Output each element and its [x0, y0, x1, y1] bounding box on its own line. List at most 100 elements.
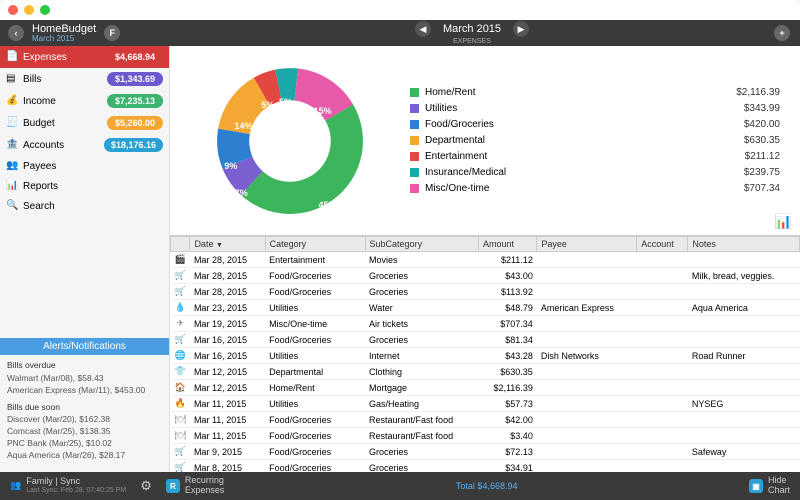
cell-date: Mar 28, 2015: [190, 268, 265, 284]
cell-payee: [537, 380, 637, 396]
back-icon[interactable]: ‹: [8, 25, 24, 41]
cell-account: [637, 348, 688, 364]
zoom-icon[interactable]: [40, 5, 50, 15]
cell-category: Departmental: [265, 364, 365, 380]
gear-icon[interactable]: ⚙: [140, 478, 152, 494]
table-row[interactable]: 👕Mar 12, 2015DepartmentalClothing$630.35: [171, 364, 800, 380]
cell-account: [637, 252, 688, 268]
cell-notes: [688, 332, 800, 348]
cell-amount: $43.28: [478, 348, 536, 364]
sidebar-item-search[interactable]: 🔍Search: [0, 196, 169, 216]
col-payee[interactable]: Payee: [537, 237, 637, 252]
sidebar-badge: $4,668.94: [107, 50, 163, 64]
legend-value: $211.12: [745, 149, 780, 165]
sidebar-item-expenses[interactable]: 📄Expenses$4,668.94: [0, 46, 169, 68]
table-row[interactable]: 🍽Mar 11, 2015Food/GroceriesRestaurant/Fa…: [171, 428, 800, 444]
cell-notes: Aqua America: [688, 300, 800, 316]
cell-category: Food/Groceries: [265, 284, 365, 300]
legend-name: Home/Rent: [425, 85, 730, 101]
row-icon: 🎬: [171, 252, 190, 268]
row-icon: 🏠: [171, 380, 190, 396]
cell-subcategory: Groceries: [365, 332, 478, 348]
table-row[interactable]: 🛒Mar 28, 2015Food/GroceriesGroceries$43.…: [171, 268, 800, 284]
cell-category: Utilities: [265, 300, 365, 316]
cell-amount: $3.40: [478, 428, 536, 444]
table-row[interactable]: ✈Mar 19, 2015Misc/One-timeAir tickets$70…: [171, 316, 800, 332]
row-icon: 🛒: [171, 460, 190, 473]
cell-notes: [688, 284, 800, 300]
family-sync[interactable]: 👥 Family | Sync Last Sync: Feb 28, 07:40…: [10, 477, 126, 495]
legend-name: Departmental: [425, 133, 738, 149]
minimize-icon[interactable]: [24, 5, 34, 15]
col-date[interactable]: Date ▼: [190, 237, 265, 252]
sidebar-item-label: Search: [23, 201, 55, 212]
cell-category: Home/Rent: [265, 380, 365, 396]
table-row[interactable]: 💧Mar 23, 2015UtilitiesWater$48.79America…: [171, 300, 800, 316]
sidebar-item-label: Reports: [23, 181, 58, 192]
sidebar-item-payees[interactable]: 👥Payees: [0, 156, 169, 176]
row-icon: 🛒: [171, 268, 190, 284]
table-row[interactable]: 🍽Mar 11, 2015Food/GroceriesRestaurant/Fa…: [171, 412, 800, 428]
cell-payee: [537, 396, 637, 412]
sidebar-item-bills[interactable]: ▤Bills$1,343.69: [0, 68, 169, 90]
cell-amount: $57.73: [478, 396, 536, 412]
col-account[interactable]: Account: [637, 237, 688, 252]
legend-name: Utilities: [425, 101, 738, 117]
table-row[interactable]: 🛒Mar 28, 2015Food/GroceriesGroceries$113…: [171, 284, 800, 300]
recurring-button[interactable]: R RecurringExpenses: [166, 476, 225, 496]
cell-notes: [688, 316, 800, 332]
sidebar-item-accounts[interactable]: 🏦Accounts$18,176.16: [0, 134, 169, 156]
cell-date: Mar 28, 2015: [190, 252, 265, 268]
cell-account: [637, 268, 688, 284]
col-notes[interactable]: Notes: [688, 237, 800, 252]
cell-category: Food/Groceries: [265, 412, 365, 428]
sidebar-icon: 👥: [6, 160, 18, 172]
chart-type-icon[interactable]: 📊: [775, 213, 792, 230]
cell-category: Food/Groceries: [265, 268, 365, 284]
next-month-button[interactable]: ▶: [513, 21, 529, 37]
slice-label: 14%: [234, 121, 252, 131]
cell-payee: [537, 444, 637, 460]
legend-item: Entertainment$211.12: [410, 149, 780, 165]
alert-item: Comcast (Mar/25), $138.35: [7, 426, 162, 438]
cell-notes: [688, 460, 800, 473]
table-row[interactable]: 🎬Mar 28, 2015EntertainmentMovies$211.12: [171, 252, 800, 268]
close-icon[interactable]: [8, 5, 18, 15]
hide-chart-button[interactable]: ▣ HideChart: [749, 476, 790, 496]
family-badge[interactable]: F: [104, 25, 120, 41]
col-subcategory[interactable]: SubCategory: [365, 237, 478, 252]
legend-value: $239.75: [744, 165, 780, 181]
table-row[interactable]: 🌐Mar 16, 2015UtilitiesInternet$43.28Dish…: [171, 348, 800, 364]
sidebar-item-budget[interactable]: 🧾Budget$5,260.00: [0, 112, 169, 134]
cell-category: Utilities: [265, 396, 365, 412]
cell-category: Misc/One-time: [265, 316, 365, 332]
table-row[interactable]: 🛒Mar 16, 2015Food/GroceriesGroceries$81.…: [171, 332, 800, 348]
cell-payee: American Express: [537, 300, 637, 316]
sidebar-item-reports[interactable]: 📊Reports: [0, 176, 169, 196]
chart-legend: Home/Rent$2,116.39Utilities$343.99Food/G…: [410, 85, 800, 197]
cell-account: [637, 412, 688, 428]
row-icon: 🛒: [171, 444, 190, 460]
table-row[interactable]: 🛒Mar 8, 2015Food/GroceriesGroceries$34.9…: [171, 460, 800, 473]
cell-notes: Road Runner: [688, 348, 800, 364]
cell-payee: [537, 428, 637, 444]
legend-name: Food/Groceries: [425, 117, 738, 133]
prev-month-button[interactable]: ◀: [415, 21, 431, 37]
cell-category: Food/Groceries: [265, 428, 365, 444]
sidebar-item-label: Expenses: [23, 52, 67, 63]
table-row[interactable]: 🔥Mar 11, 2015UtilitiesGas/Heating$57.73N…: [171, 396, 800, 412]
row-icon: 🛒: [171, 284, 190, 300]
sidebar: 📄Expenses$4,668.94▤Bills$1,343.69💰Income…: [0, 46, 170, 472]
slice-label: 7%: [235, 188, 248, 198]
table-row[interactable]: 🏠Mar 12, 2015Home/RentMortgage$2,116.39: [171, 380, 800, 396]
sidebar-item-income[interactable]: 💰Income$7,235.13: [0, 90, 169, 112]
sidebar-icon: 💰: [6, 95, 18, 107]
col-amount[interactable]: Amount: [478, 237, 536, 252]
cell-subcategory: Restaurant/Fast food: [365, 428, 478, 444]
cell-subcategory: Mortgage: [365, 380, 478, 396]
topbar: ‹ HomeBudget March 2015 F ◀ March 2015 ▶…: [0, 20, 800, 46]
add-button[interactable]: +: [774, 25, 790, 41]
table-row[interactable]: 🛒Mar 9, 2015Food/GroceriesGroceries$72.1…: [171, 444, 800, 460]
col-category[interactable]: Category: [265, 237, 365, 252]
cell-category: Utilities: [265, 348, 365, 364]
